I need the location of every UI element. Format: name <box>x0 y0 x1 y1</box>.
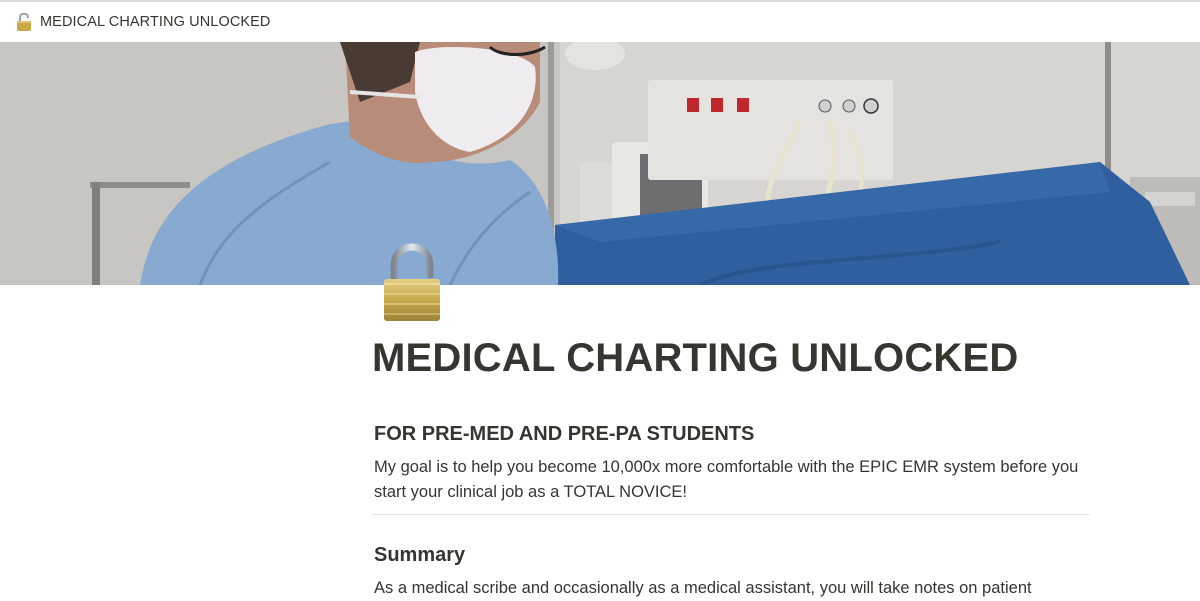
summary-paragraph: As a medical scribe and occasionally as … <box>374 579 1032 597</box>
summary-heading: Summary <box>374 544 466 566</box>
cover-image <box>0 42 1200 285</box>
subtitle-heading: FOR PRE-MED AND PRE-PA STUDENTS <box>374 423 755 445</box>
page-title: MEDICAL CHARTING UNLOCKED <box>372 336 1019 380</box>
top-bar: MEDICAL CHARTING UNLOCKED <box>0 0 1200 42</box>
unlocked-padlock-icon <box>16 12 32 31</box>
window-title: MEDICAL CHARTING UNLOCKED <box>40 14 271 30</box>
intro-paragraph: My goal is to help you become 10,000x mo… <box>374 458 1079 501</box>
divider <box>372 514 1090 515</box>
unlocked-padlock-icon <box>380 243 444 323</box>
